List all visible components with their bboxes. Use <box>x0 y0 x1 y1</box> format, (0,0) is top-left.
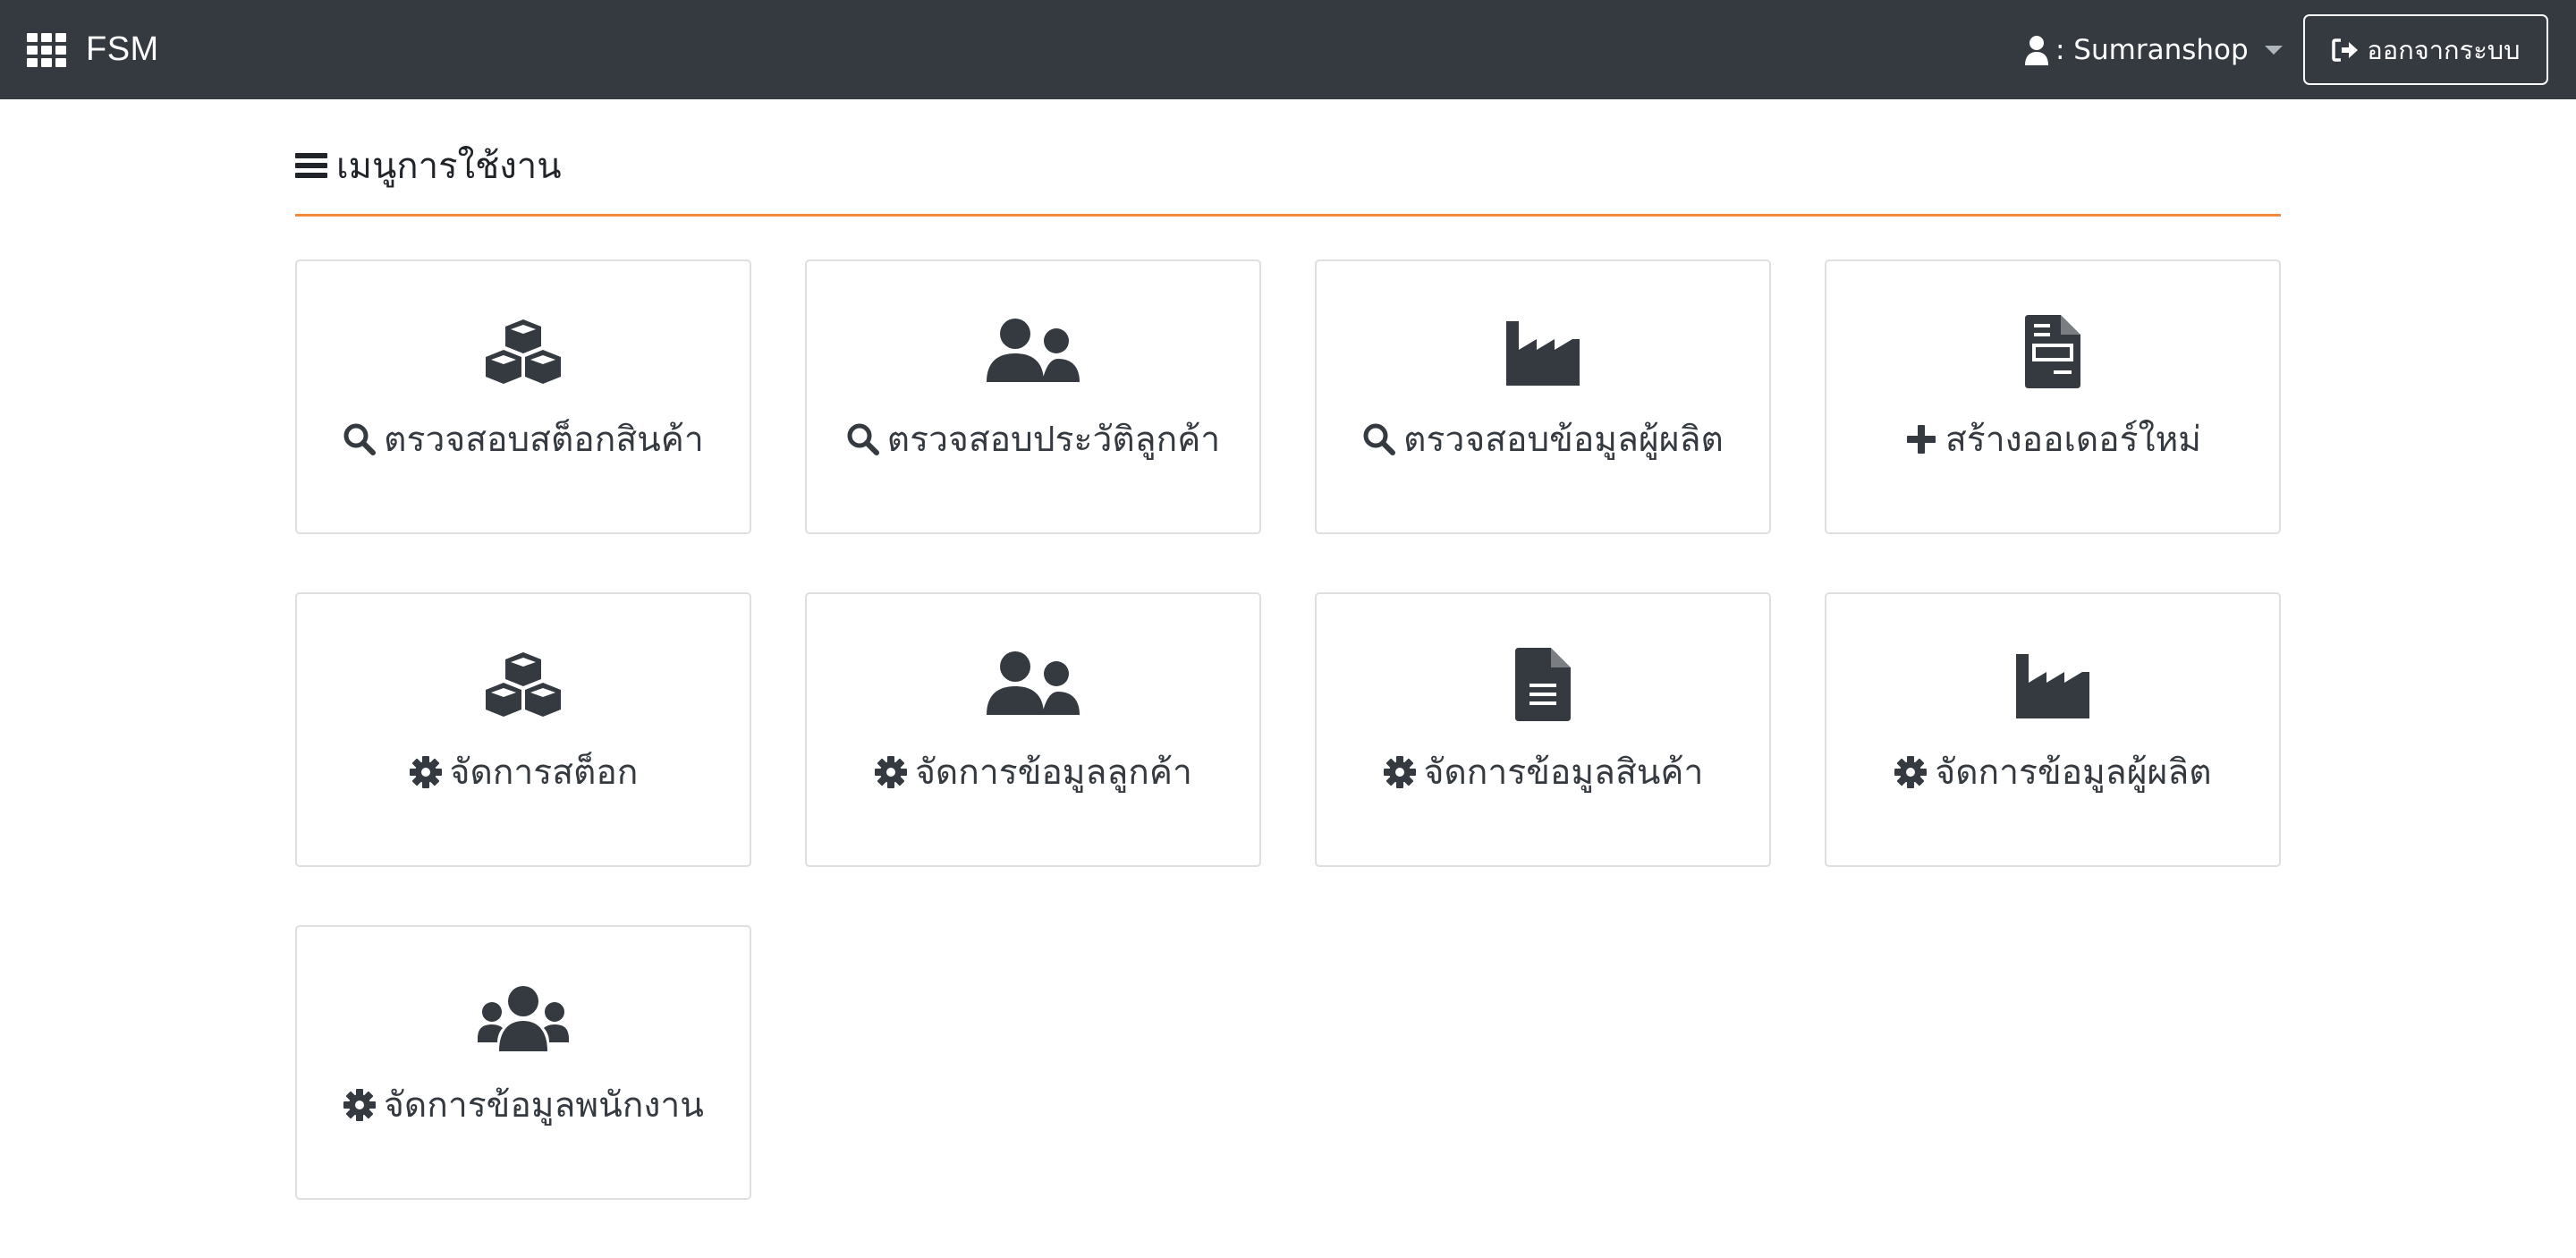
users-icon <box>478 986 569 1051</box>
menu-card-create-order[interactable]: สร้างออเดอร์ใหม่ <box>1825 259 2281 534</box>
menu-card-manage-products[interactable]: จัดการข้อมูลสินค้า <box>1315 592 1771 867</box>
menu-card-label: จัดการข้อมูลผู้ผลิต <box>1935 752 2212 793</box>
logout-label: ออกจากระบบ <box>2367 34 2521 65</box>
sign-out-icon <box>2332 38 2359 62</box>
bars-icon <box>295 153 327 178</box>
chevron-down-icon <box>2264 45 2283 55</box>
menu-card-check-manufacturer[interactable]: ตรวจสอบข้อมูลผู้ผลิต <box>1315 259 1771 534</box>
menu-card-manage-employees[interactable]: จัดการข้อมูลพนักงาน <box>295 925 751 1200</box>
plus-icon <box>1906 425 1936 454</box>
menu-card-label: ตรวจสอบประวัติลูกค้า <box>886 420 1221 460</box>
menu-card-label: จัดการข้อมูลพนักงาน <box>384 1085 704 1126</box>
file-alt-icon <box>1515 648 1571 721</box>
menu-card-label: สร้างออเดอร์ใหม่ <box>1945 420 2202 460</box>
search-icon <box>343 423 377 455</box>
menu-card-check-stock[interactable]: ตรวจสอบสต็อกสินค้า <box>295 259 751 534</box>
industry-icon <box>1506 321 1580 386</box>
brand[interactable]: FSM <box>27 0 159 99</box>
grid-icon <box>27 32 66 67</box>
cog-icon <box>1894 756 1928 788</box>
file-invoice-icon <box>2025 315 2080 388</box>
cubes-icon <box>486 319 561 384</box>
cog-icon <box>1383 756 1416 788</box>
menu-card-label: ตรวจสอบสต็อกสินค้า <box>384 420 704 460</box>
menu-card-manage-stock[interactable]: จัดการสต็อก <box>295 592 751 867</box>
logout-button[interactable]: ออกจากระบบ <box>2303 14 2548 85</box>
top-navbar: FSM : Sumranshop ออกจากระบบ <box>0 0 2576 99</box>
cog-icon <box>875 756 908 788</box>
cog-icon <box>343 1089 377 1121</box>
industry-icon <box>2016 654 2089 718</box>
menu-card-check-customer-history[interactable]: ตรวจสอบประวัติลูกค้า <box>805 259 1261 534</box>
menu-card-manage-customers[interactable]: จัดการข้อมูลลูกค้า <box>805 592 1261 867</box>
search-icon <box>1363 423 1396 455</box>
menu-card-label: จัดการข้อมูลลูกค้า <box>915 752 1192 793</box>
user-friends-icon <box>987 651 1080 715</box>
brand-title: FSM <box>86 30 159 68</box>
cog-icon <box>409 756 442 788</box>
menu-card-manage-manufacturers[interactable]: จัดการข้อมูลผู้ผลิต <box>1825 592 2281 867</box>
search-icon <box>847 423 879 455</box>
user-icon <box>2025 35 2048 65</box>
page-header: เมนูการใช้งาน <box>295 134 2281 217</box>
menu-card-label: จัดการสต็อก <box>449 752 639 793</box>
menu-card-label: ตรวจสอบข้อมูลผู้ผลิต <box>1403 420 1724 460</box>
user-name: : Sumranshop <box>2055 33 2249 66</box>
user-dropdown[interactable]: : Sumranshop <box>2023 0 2283 99</box>
menu-card-label: จัดการข้อมูลสินค้า <box>1423 752 1704 793</box>
page-title: เมนูการใช้งาน <box>336 146 562 187</box>
user-friends-icon <box>987 319 1080 382</box>
cubes-icon <box>486 652 561 717</box>
